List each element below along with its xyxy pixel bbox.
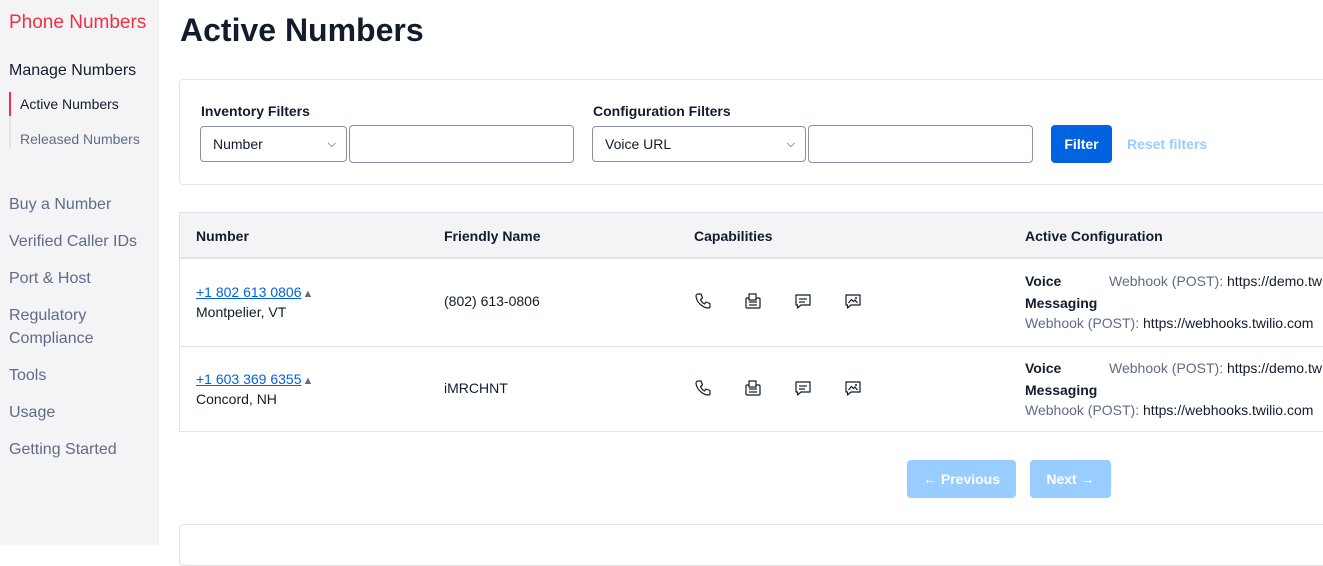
phone-number-text[interactable]: +1 802 613 0806	[196, 284, 302, 300]
phone-number-link[interactable]: +1 802 613 0806▲	[196, 284, 313, 300]
config-messaging-key: Webhook (POST):	[1025, 402, 1140, 418]
configuration-filter-select[interactable]: Voice URL ⌵	[592, 126, 806, 162]
inventory-filter-select-value: Number	[213, 136, 263, 152]
inventory-filter-input[interactable]	[349, 125, 574, 163]
phone-number-link[interactable]: +1 603 369 6355▲	[196, 371, 313, 387]
table-header: Number Friendly Name Capabilities Active…	[180, 213, 1323, 259]
sidebar-item-verified-caller-ids[interactable]: Verified Caller IDs	[9, 230, 137, 253]
mms-icon	[845, 294, 861, 309]
config-voice-value: Webhook (POST): https://demo.tw	[1109, 273, 1322, 289]
filter-panel: Inventory Filters Number ⌵ Configuration…	[179, 79, 1323, 185]
filter-button[interactable]: Filter	[1051, 125, 1112, 163]
config-voice-key: Webhook (POST):	[1109, 360, 1224, 376]
next-page-button[interactable]: Next →	[1030, 460, 1111, 498]
config-messaging-label: Messaging	[1025, 295, 1098, 311]
fax-icon	[745, 293, 761, 309]
reset-filters-link[interactable]: Reset filters	[1127, 136, 1207, 152]
column-header-capabilities: Capabilities	[694, 228, 773, 244]
sms-icon	[795, 294, 811, 309]
sidebar-section-manage-numbers[interactable]: Manage Numbers	[9, 62, 136, 80]
config-messaging-key: Webhook (POST):	[1025, 315, 1140, 331]
config-voice-url: https://demo.tw	[1227, 360, 1322, 376]
fax-icon	[745, 380, 761, 396]
phone-number-text[interactable]: +1 603 369 6355	[196, 371, 302, 387]
page-title: Active Numbers	[180, 12, 424, 48]
sms-icon	[795, 381, 811, 396]
configuration-filter-select-value: Voice URL	[605, 136, 672, 152]
numbers-table: Number Friendly Name Capabilities Active…	[179, 212, 1323, 432]
inventory-filter-select[interactable]: Number ⌵	[200, 126, 347, 162]
config-messaging-value: Webhook (POST): https://webhooks.twilio.…	[1025, 402, 1313, 418]
sidebar-item-released-numbers[interactable]: Released Numbers	[11, 130, 151, 148]
sidebar-item-buy-a-number[interactable]: Buy a Number	[9, 193, 111, 216]
sidebar-item-tools[interactable]: Tools	[9, 364, 46, 387]
config-messaging-value: Webhook (POST): https://webhooks.twilio.…	[1025, 315, 1313, 331]
sidebar-brand[interactable]: Phone Numbers	[9, 12, 146, 34]
configuration-filters-label: Configuration Filters	[593, 103, 731, 119]
lower-panel	[179, 524, 1323, 566]
column-header-friendly-name: Friendly Name	[444, 228, 541, 244]
config-voice-label: Voice	[1025, 273, 1062, 289]
sidebar-item-getting-started[interactable]: Getting Started	[9, 438, 117, 461]
phone-icon	[695, 380, 711, 396]
table-row: +1 802 613 0806▲ Montpelier, VT (802) 61…	[180, 259, 1323, 347]
column-header-active-configuration: Active Configuration	[1025, 228, 1163, 244]
triangle-up-icon: ▲	[302, 375, 314, 387]
sidebar-item-regulatory-compliance[interactable]: Regulatory Compliance	[9, 304, 139, 350]
chevron-down-icon: ⌵	[786, 138, 795, 150]
previous-page-button[interactable]: ← Previous	[907, 460, 1016, 498]
number-location: Concord, NH	[196, 391, 277, 407]
config-voice-url: https://demo.tw	[1227, 273, 1322, 289]
number-location: Montpelier, VT	[196, 304, 287, 320]
sidebar-item-usage[interactable]: Usage	[9, 401, 55, 424]
config-messaging-label: Messaging	[1025, 382, 1098, 398]
config-voice-label: Voice	[1025, 360, 1062, 376]
config-voice-value: Webhook (POST): https://demo.tw	[1109, 360, 1322, 376]
config-messaging-url: https://webhooks.twilio.com	[1143, 315, 1314, 331]
friendly-name: (802) 613-0806	[444, 293, 540, 309]
mms-icon	[845, 381, 861, 396]
sidebar: Phone Numbers Manage Numbers Active Numb…	[0, 0, 159, 545]
config-voice-key: Webhook (POST):	[1109, 273, 1224, 289]
friendly-name: iMRCHNT	[444, 380, 508, 396]
sidebar-item-active-numbers[interactable]: Active Numbers	[9, 92, 151, 116]
column-header-number[interactable]: Number	[196, 228, 249, 244]
sidebar-item-port-host[interactable]: Port & Host	[9, 267, 91, 290]
configuration-filter-input[interactable]	[808, 125, 1033, 163]
table-row: +1 603 369 6355▲ Concord, NH iMRCHNT Voi…	[180, 346, 1323, 433]
inventory-filters-label: Inventory Filters	[201, 103, 310, 119]
triangle-up-icon: ▲	[302, 288, 314, 300]
phone-icon	[695, 293, 711, 309]
config-messaging-url: https://webhooks.twilio.com	[1143, 402, 1314, 418]
chevron-down-icon: ⌵	[327, 138, 336, 150]
sidebar-subnav: Active Numbers Released Numbers	[9, 92, 151, 148]
